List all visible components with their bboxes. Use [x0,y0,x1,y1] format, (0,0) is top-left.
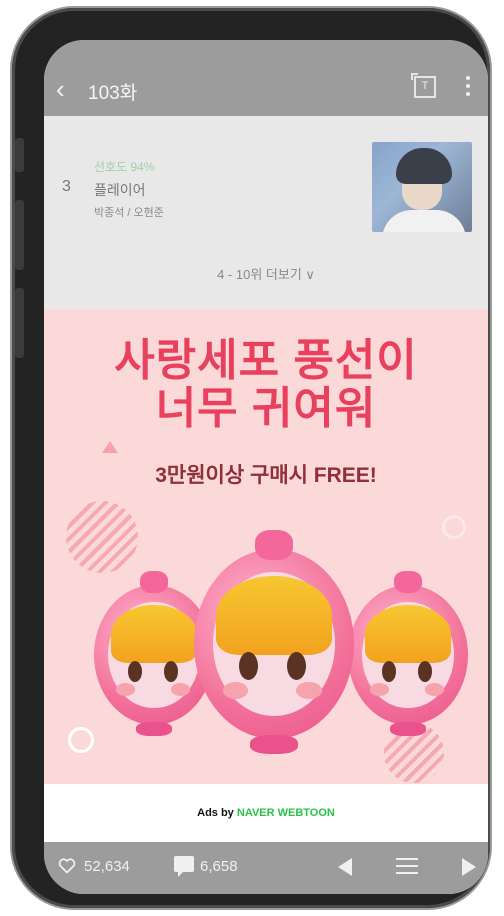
prev-episode-icon[interactable] [338,858,352,876]
comment-count[interactable]: 6,658 [200,858,238,875]
mute-switch [15,138,24,172]
rank-number: 3 [62,178,71,195]
like-count[interactable]: 52,634 [84,858,130,875]
webtoon-thumbnail[interactable] [372,142,472,232]
chevron-left-icon[interactable]: ‹ [56,76,65,102]
rank-more-link[interactable]: 4 - 10위 더보기 ∨ [44,264,488,283]
viewer-top-bar: ‹ 103화 T [44,40,488,116]
ad-subline: 3만원이상 구매시 FREE! [155,464,377,487]
list-icon[interactable] [396,858,418,876]
screen: ‹ 103화 T 3 선호도 94% 플레이어 박종석 / 오현준 4 - 10… [44,40,488,894]
balloon-right [348,571,468,737]
decor-triangle [102,441,118,453]
decor-circle [68,727,94,753]
ranking-list: 3 선호도 94% 플레이어 박종석 / 오현준 4 - 10위 더보기 ∨ [44,116,488,385]
volume-down-button [15,288,24,358]
comment-icon[interactable] [174,856,194,877]
more-vertical-icon[interactable] [466,76,470,98]
ads-by-label: Ads by NAVER WEBTOON [44,784,488,842]
ads-by-brand: NAVER WEBTOON [236,807,335,819]
text-size-icon[interactable]: T [411,73,436,98]
phone-frame: ‹ 103화 T 3 선호도 94% 플레이어 박종석 / 오현준 4 - 10… [12,8,490,908]
next-episode-icon[interactable] [462,858,476,876]
decor-circle [442,515,466,539]
ads-by-prefix: Ads by [197,807,234,819]
webtoon-authors: 박종석 / 오현준 [94,207,164,219]
heart-icon[interactable] [58,858,76,874]
preference-score: 선호도 94% [94,160,155,174]
volume-up-button [15,200,24,270]
webtoon-title: 플레이어 [94,182,146,198]
balloon-center [194,530,354,755]
viewer-bottom-bar: 52,634 6,658 [44,842,488,894]
decor-striped-circle [66,501,138,573]
ad-banner[interactable]: 사랑세포 풍선이 너무 귀여워 3만원이상 구매시 FREE! [44,309,488,784]
ad-headline: 사랑세포 풍선이 너무 귀여워 [114,336,418,433]
episode-title: 103화 [88,83,138,104]
